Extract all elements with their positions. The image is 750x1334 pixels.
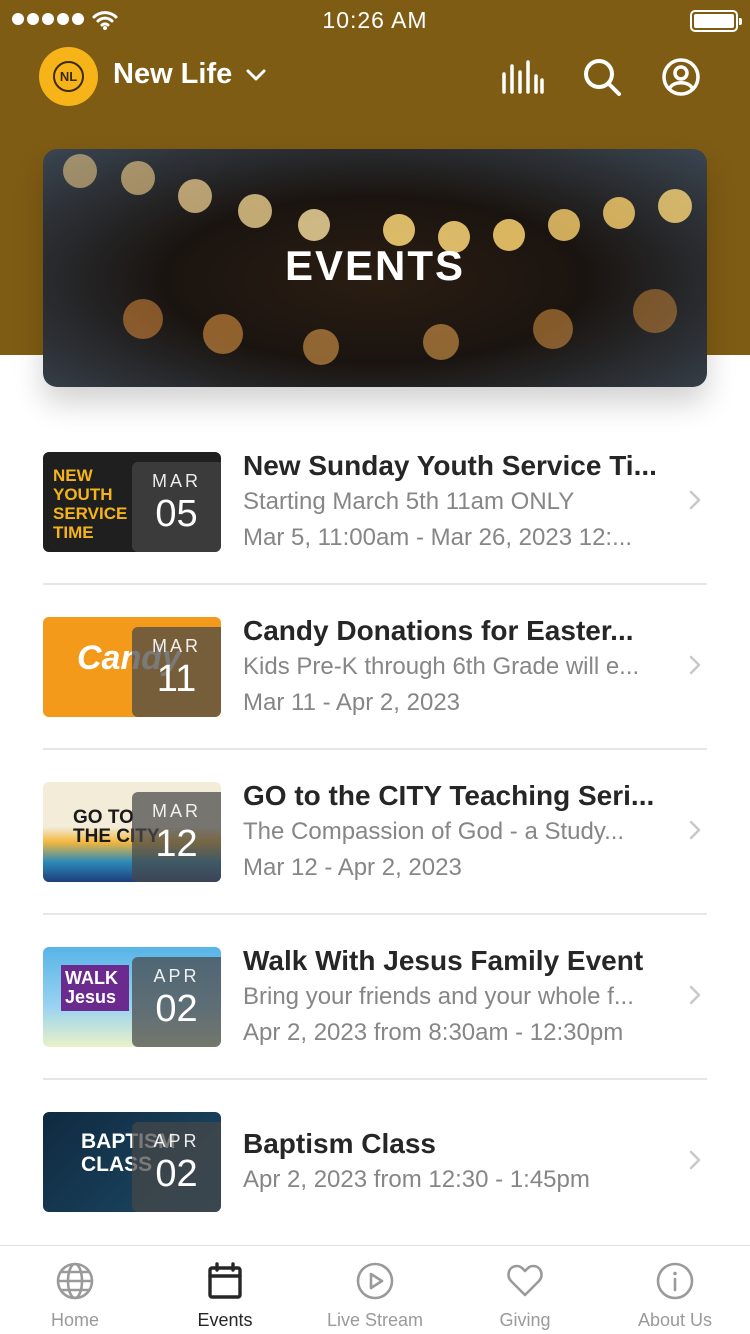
event-date-badge: MAR 12 <box>132 792 221 882</box>
event-dates: Mar 12 - Apr 2, 2023 <box>243 854 462 881</box>
chevron-down-icon <box>246 69 266 80</box>
battery-icon <box>690 10 742 32</box>
chevron-right-icon <box>689 820 701 840</box>
tab-live-stream[interactable]: Live Stream <box>300 1246 450 1334</box>
calendar-icon <box>208 1262 242 1299</box>
event-row[interactable]: WALK Jesus APR 02 Walk With Jesus Family… <box>43 915 707 1080</box>
chevron-right-icon <box>689 490 701 510</box>
event-thumbnail: BAPTISM CLASS APR 02 <box>43 1112 221 1212</box>
event-day: 11 <box>156 658 197 700</box>
event-day: 05 <box>155 493 198 535</box>
event-row[interactable]: NEW YOUTH SERVICE TIME MAR 05 New Sunday… <box>43 420 707 585</box>
event-date-badge: APR 02 <box>132 957 221 1047</box>
event-title: GO to the CITY Teaching Seri... <box>243 780 655 811</box>
event-month: APR <box>153 966 200 986</box>
status-bar: 10:26 AM <box>0 0 750 40</box>
event-row[interactable]: GO TO THE CITY MAR 12 GO to the CITY Tea… <box>43 750 707 915</box>
event-thumbnail-text: WALK Jesus <box>61 965 129 1011</box>
event-date-badge: APR 02 <box>132 1122 221 1212</box>
event-dates: Mar 11 - Apr 2, 2023 <box>243 689 461 716</box>
events-list: NEW YOUTH SERVICE TIME MAR 05 New Sunday… <box>43 420 707 1245</box>
event-day: 02 <box>155 1153 198 1195</box>
tab-events[interactable]: Events <box>150 1246 300 1334</box>
event-thumbnail: Candy MAR 11 <box>43 617 221 717</box>
globe-icon <box>56 1262 94 1300</box>
org-switcher[interactable]: New Life <box>113 58 266 91</box>
event-month: APR <box>153 1131 200 1151</box>
status-time: 10:26 AM <box>322 7 428 33</box>
event-month: MAR <box>152 801 201 821</box>
event-month: MAR <box>152 471 201 491</box>
search-button[interactable] <box>579 54 625 100</box>
church-logo[interactable]: NL <box>39 47 98 106</box>
audio-button[interactable] <box>499 54 545 100</box>
event-description: Bring your friends and your whole f... <box>243 983 634 1010</box>
logo-monogram: NL <box>59 69 78 84</box>
event-title: New Sunday Youth Service Ti... <box>243 450 657 481</box>
info-circle-icon <box>656 1262 694 1300</box>
chevron-right-icon <box>689 655 701 675</box>
chevron-right-icon <box>689 985 701 1005</box>
tab-label: Giving <box>499 1310 551 1330</box>
account-icon <box>662 58 700 96</box>
event-title: Walk With Jesus Family Event <box>243 945 644 976</box>
event-day: 02 <box>155 988 198 1030</box>
chevron-right-icon <box>689 1150 701 1170</box>
event-date-badge: MAR 05 <box>132 462 221 552</box>
tab-label: Events <box>197 1310 253 1330</box>
heart-icon <box>507 1264 543 1297</box>
tab-home[interactable]: Home <box>0 1246 150 1334</box>
event-thumbnail: NEW YOUTH SERVICE TIME MAR 05 <box>43 452 221 552</box>
tab-giving[interactable]: Giving <box>450 1246 600 1334</box>
tab-about-us[interactable]: About Us <box>600 1246 750 1334</box>
event-description: Starting March 5th 11am ONLY <box>243 488 575 515</box>
event-thumbnail: WALK Jesus APR 02 <box>43 947 221 1047</box>
event-dates: Apr 2, 2023 from 12:30 - 1:45pm <box>243 1166 590 1193</box>
event-row[interactable]: Candy MAR 11 Candy Donations for Easter.… <box>43 585 707 750</box>
event-row[interactable]: BAPTISM CLASS APR 02 Baptism Class Apr 2… <box>43 1080 707 1245</box>
event-day: 12 <box>155 823 198 865</box>
hero-title: EVENTS <box>284 242 466 289</box>
event-description: Kids Pre-K through 6th Grade will e... <box>243 653 640 680</box>
event-thumbnail-text: NEW YOUTH SERVICE TIME <box>53 466 128 542</box>
search-icon <box>584 59 621 96</box>
profile-button[interactable] <box>658 54 704 100</box>
tab-label: About Us <box>637 1310 713 1330</box>
event-title: Candy Donations for Easter... <box>243 615 634 646</box>
bottom-tab-bar: Home Events Live Stream Giving About Us <box>0 1245 750 1334</box>
event-dates: Apr 2, 2023 from 8:30am - 12:30pm <box>243 1019 624 1046</box>
event-thumbnail: GO TO THE CITY MAR 12 <box>43 782 221 882</box>
event-month: MAR <box>152 636 201 656</box>
tab-label: Live Stream <box>326 1310 424 1330</box>
event-description: The Compassion of God - a Study... <box>243 818 625 845</box>
event-date-badge: MAR 11 <box>132 627 221 717</box>
events-hero-banner: EVENTS <box>43 149 707 387</box>
event-title: Baptism Class <box>243 1128 436 1159</box>
play-circle-icon <box>356 1262 394 1300</box>
org-name: New Life <box>113 58 233 90</box>
tab-label: Home <box>50 1310 99 1330</box>
equalizer-icon <box>502 60 544 94</box>
event-dates: Mar 5, 11:00am - Mar 26, 2023 12:... <box>243 524 633 551</box>
